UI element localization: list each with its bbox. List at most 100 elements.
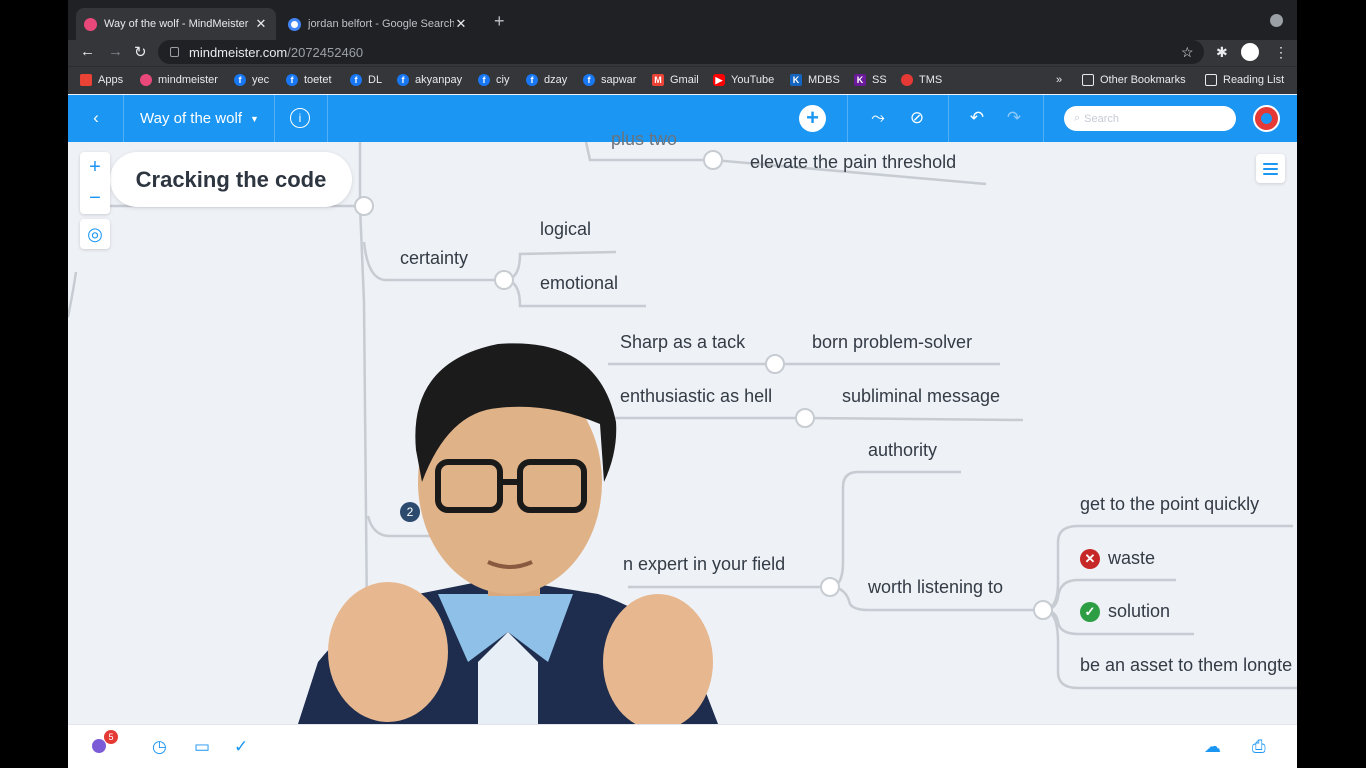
facebook-icon: f (583, 74, 595, 86)
notifications-icon[interactable] (92, 739, 106, 753)
topic-logical[interactable]: logical (540, 219, 591, 240)
topic-waste[interactable]: ✕ waste (1080, 548, 1155, 569)
folder-icon (1082, 74, 1094, 86)
google-favicon-icon (288, 17, 301, 31)
bookmark-dl[interactable]: f DL (350, 74, 382, 86)
new-tab-icon[interactable]: + (494, 11, 505, 32)
bookmark-dzay[interactable]: f dzay (526, 74, 567, 86)
divider (327, 95, 328, 142)
bookmark-youtube[interactable]: ▶ YouTube (713, 74, 774, 86)
gmail-icon: M (652, 74, 664, 86)
center-map-icon[interactable]: ◎ (80, 219, 110, 249)
url-host: mindmeister.com (189, 44, 288, 60)
bookmark-label: yec (252, 74, 270, 86)
bookmark-mindmeister[interactable]: mindmeister (140, 74, 218, 86)
connect-icon[interactable]: ⤳ (867, 107, 889, 129)
ss-icon: K (854, 74, 866, 86)
bookmark-label: Reading List (1223, 74, 1285, 86)
zoom-out-icon[interactable]: − (80, 183, 110, 214)
branch-knob (795, 408, 815, 428)
add-topic-button[interactable]: + (799, 105, 826, 132)
branch-knob (820, 577, 840, 597)
divider (274, 95, 275, 142)
reload-icon[interactable]: ↻ (134, 43, 147, 61)
mindmeister-favicon-icon (84, 17, 97, 31)
close-tab-icon[interactable]: ✕ (254, 16, 268, 32)
caret-down-icon: ▼ (249, 113, 259, 124)
forward-arrow-icon[interactable]: → (108, 43, 123, 60)
notification-count-badge: 5 (104, 730, 118, 744)
extensions-puzzle-icon[interactable]: ✱ (1216, 44, 1228, 61)
zoom-controls: + − (80, 152, 110, 214)
redo-icon[interactable]: ↷ (1003, 107, 1025, 129)
topic-be-an-asset[interactable]: be an asset to them longte (1080, 655, 1292, 676)
tab-search-icon[interactable] (1270, 14, 1283, 27)
map-search-input[interactable]: ⌕ Search (1064, 106, 1236, 131)
facebook-icon: f (286, 74, 298, 86)
no-style-icon[interactable]: ⊘ (906, 107, 928, 129)
bookmarks-overflow-icon[interactable]: » (1056, 74, 1062, 86)
bookmark-sapwar[interactable]: f sapwar (583, 74, 636, 86)
mdbs-icon: K (790, 74, 802, 86)
map-title: Way of the wolf (140, 110, 242, 127)
bookmark-yec[interactable]: f yec (234, 74, 269, 86)
mindmeister-icon (140, 74, 152, 86)
topic-born-problem-solver[interactable]: born problem-solver (812, 332, 972, 353)
topic-worth-listening-to[interactable]: worth listening to (868, 577, 1003, 598)
back-chevron-icon[interactable]: ‹ (85, 107, 107, 129)
bookmark-tms[interactable]: TMS (901, 74, 942, 86)
facebook-icon: f (397, 74, 409, 86)
other-bookmarks[interactable]: Other Bookmarks (1082, 74, 1186, 86)
topic-emotional[interactable]: emotional (540, 273, 618, 294)
topic-certainty[interactable]: certainty (400, 248, 468, 269)
reading-list-icon (1205, 74, 1217, 86)
presentation-icon[interactable]: ▭ (194, 737, 210, 757)
topic-subliminal-message[interactable]: subliminal message (842, 386, 1000, 407)
print-icon[interactable]: ⎙ (1252, 737, 1266, 757)
kebab-menu-icon[interactable]: ⋮ (1274, 44, 1288, 61)
info-icon[interactable]: i (290, 108, 310, 128)
bookmark-label: dzay (544, 74, 568, 86)
apps-grid-icon (80, 74, 92, 86)
outline-menu-icon[interactable] (1256, 154, 1285, 183)
tab-google-search[interactable]: jordan belfort - Google Search ✕ (280, 8, 476, 40)
url-path: /2072452460 (287, 44, 364, 60)
facebook-icon: f (350, 74, 362, 86)
divider (847, 95, 848, 142)
topic-solution[interactable]: ✓ solution (1080, 601, 1170, 622)
facebook-icon: f (234, 74, 246, 86)
undo-icon[interactable]: ↶ (966, 107, 988, 129)
tab-mindmeister[interactable]: Way of the wolf - MindMeister ✕ (76, 8, 276, 40)
topic-elevate-pain-threshold[interactable]: elevate the pain threshold (750, 152, 956, 173)
bookmark-label: sapwar (601, 74, 637, 86)
bookmark-gmail[interactable]: M Gmail (652, 74, 699, 86)
facebook-icon: f (478, 74, 490, 86)
back-arrow-icon[interactable]: ← (80, 43, 95, 60)
zoom-in-icon[interactable]: + (80, 152, 110, 183)
close-tab-icon[interactable]: ✕ (454, 16, 468, 32)
topic-get-to-the-point[interactable]: get to the point quickly (1080, 494, 1259, 515)
mindmap-canvas[interactable]: Cracking the code plus two elevate the p… (68, 129, 1297, 724)
address-bar[interactable]: mindmeister.com/2072452460 (158, 40, 1204, 64)
topic-label: waste (1108, 548, 1156, 568)
bookmark-toetet[interactable]: f toetet (286, 74, 332, 86)
profile-avatar-icon[interactable] (1241, 43, 1259, 61)
topic-authority[interactable]: authority (868, 440, 937, 461)
history-icon[interactable]: ◷ (152, 737, 167, 757)
user-avatar[interactable] (1253, 105, 1280, 132)
bookmark-apps[interactable]: Apps (80, 74, 123, 86)
map-title-dropdown[interactable]: Way of the wolf ▼ (140, 110, 259, 127)
bookmark-label: Other Bookmarks (1100, 74, 1186, 86)
download-cloud-icon[interactable]: ☁ (1204, 737, 1221, 757)
bookmark-label: mindmeister (158, 74, 218, 86)
bookmark-ss[interactable]: K SS (854, 74, 887, 86)
root-topic[interactable]: Cracking the code (110, 152, 352, 207)
bookmark-akyanpay[interactable]: f akyanpay (397, 74, 462, 86)
checkmark-icon[interactable]: ✓ (234, 737, 248, 757)
bookmark-star-icon[interactable]: ☆ (1181, 44, 1194, 61)
topic-plus-two[interactable]: plus two (611, 129, 677, 150)
bookmark-ciy[interactable]: f ciy (478, 74, 509, 86)
presenter-webcam-overlay (298, 343, 718, 724)
bookmark-mdbs[interactable]: K MDBS (790, 74, 840, 86)
reading-list[interactable]: Reading List (1205, 74, 1284, 86)
